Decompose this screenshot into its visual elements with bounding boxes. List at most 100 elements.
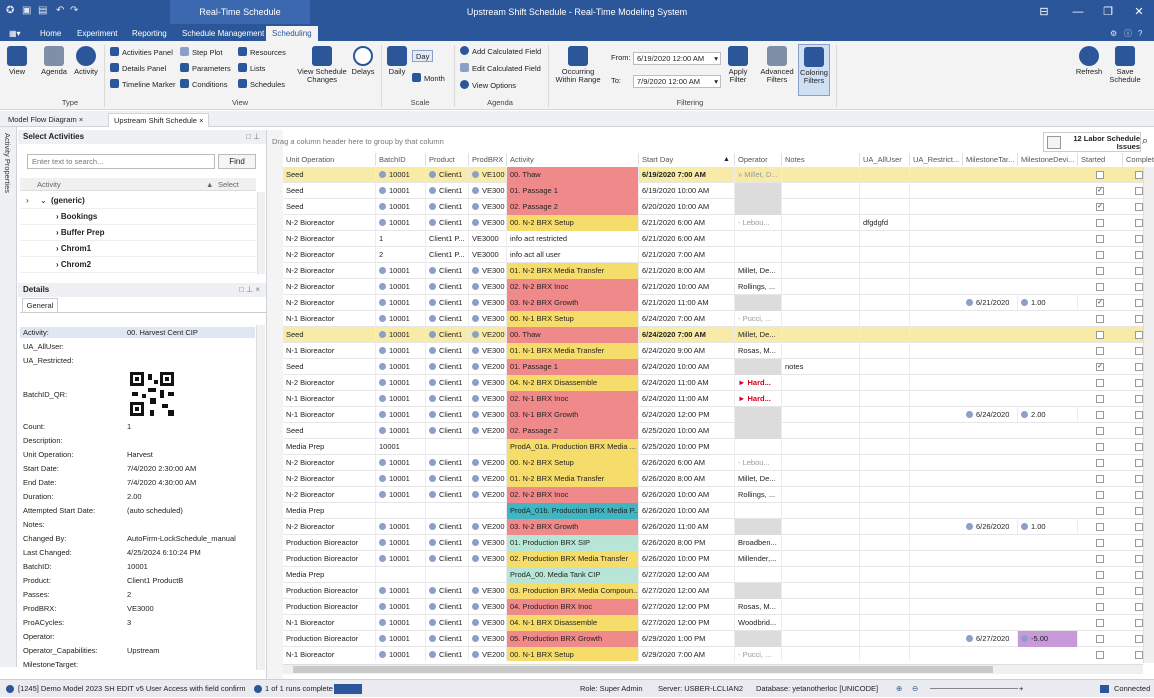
table-row[interactable]: N-2 Bioreactor 10001 Client1 VE300 04. N-2 B… xyxy=(283,375,1154,391)
cell-batch-id[interactable]: 10001 xyxy=(376,327,426,343)
table-row[interactable]: N-2 Bioreactor 1 Client1 P... VE3000 info ac… xyxy=(283,231,1154,247)
cell-operator[interactable]: Millet, De... xyxy=(735,327,782,343)
completed-checkbox[interactable] xyxy=(1135,539,1143,547)
column-header-unit-operation[interactable]: Unit Operation xyxy=(283,153,376,166)
completed-checkbox[interactable] xyxy=(1135,555,1143,563)
cell-notes[interactable] xyxy=(782,535,860,551)
cell-start-day[interactable]: 6/21/2020 6:00 AM xyxy=(639,215,735,231)
cell-ua-all-user[interactable] xyxy=(860,247,910,263)
cell-start-day[interactable]: 6/21/2020 7:00 AM xyxy=(639,247,735,263)
cell-unit-operation[interactable]: Media Prep xyxy=(283,567,376,583)
column-header-activity[interactable]: Activity xyxy=(507,153,639,166)
started-checkbox[interactable] xyxy=(1096,267,1104,275)
activity-search-input[interactable]: Enter text to search... xyxy=(27,154,215,169)
completed-checkbox[interactable] xyxy=(1135,523,1143,531)
cell-ua-all-user[interactable] xyxy=(860,295,910,311)
cell-start-day[interactable]: 6/24/2020 7:00 AM xyxy=(639,311,735,327)
cell-product[interactable]: Client1 xyxy=(426,295,469,311)
cell-unit-operation[interactable]: Production Bioreactor xyxy=(283,599,376,615)
cell-ua-all-user[interactable] xyxy=(860,311,910,327)
cell-prod-brx[interactable] xyxy=(469,503,507,519)
step-plot-toggle[interactable]: Step Plot xyxy=(180,47,222,59)
tab-schedule-management[interactable]: Schedule Management xyxy=(176,26,270,41)
cell-operator[interactable] xyxy=(735,519,782,535)
cell-prod-brx[interactable]: VE300 xyxy=(469,599,507,615)
table-row[interactable]: N-2 Bioreactor 10001 Client1 VE300 02. N-2 B… xyxy=(283,279,1154,295)
cell-batch-id[interactable]: 10001 xyxy=(376,551,426,567)
table-row[interactable]: N-2 Bioreactor 10001 Client1 VE300 03. N-2 B… xyxy=(283,295,1154,311)
table-row[interactable]: Media Prep 10001 ProdA_01a. Production BRX… xyxy=(283,439,1154,455)
started-checkbox[interactable]: ✓ xyxy=(1096,363,1104,371)
cell-batch-id[interactable]: 10001 xyxy=(376,487,426,503)
completed-checkbox[interactable] xyxy=(1135,411,1143,419)
cell-product[interactable]: Client1 xyxy=(426,583,469,599)
cell-prod-brx[interactable]: VE200 xyxy=(469,647,507,661)
agenda-button[interactable]: Agenda xyxy=(38,46,70,76)
cell-product[interactable]: Client1 xyxy=(426,615,469,631)
cell-batch-id[interactable]: 10001 xyxy=(376,615,426,631)
started-checkbox[interactable] xyxy=(1096,619,1104,627)
table-row[interactable]: N-2 Bioreactor 2 Client1 P... VE3000 info ac… xyxy=(283,247,1154,263)
activity-button[interactable]: Activity xyxy=(72,46,100,76)
cell-batch-id[interactable]: 10001 xyxy=(376,215,426,231)
cell-activity[interactable]: 00. N-1 BRX Setup xyxy=(507,647,639,661)
cell-ua-all-user[interactable] xyxy=(860,375,910,391)
completed-checkbox[interactable] xyxy=(1135,587,1143,595)
cell-product[interactable]: Client1 xyxy=(426,551,469,567)
list-item[interactable]: › ⌄ (generic) xyxy=(20,193,256,209)
cell-ua-all-user[interactable] xyxy=(860,343,910,359)
cell-activity[interactable]: 02. Production BRX Media Transfer xyxy=(507,551,639,567)
list-item[interactable]: › Bookings xyxy=(20,209,256,225)
cell-batch-id[interactable]: 10001 xyxy=(376,279,426,295)
cell-operator[interactable] xyxy=(735,439,782,455)
list-item[interactable]: › Chrom1 xyxy=(20,241,256,257)
completed-checkbox[interactable] xyxy=(1135,315,1143,323)
column-header-milestone-target[interactable]: MilestoneTar... xyxy=(963,153,1018,166)
tab-scheduling[interactable]: Scheduling xyxy=(266,26,318,41)
cell-operator[interactable]: Rollings, ... xyxy=(735,487,782,503)
table-row[interactable]: Media Prep ProdA_00. Media Tank CIP 6/27/2… xyxy=(283,567,1154,583)
cell-product[interactable]: Client1 xyxy=(426,311,469,327)
cell-prod-brx[interactable]: VE200 xyxy=(469,327,507,343)
cell-operator[interactable]: Broadben... xyxy=(735,535,782,551)
activity-list-scrollbar[interactable] xyxy=(257,192,265,274)
cell-operator[interactable] xyxy=(735,231,782,247)
table-row[interactable]: N-2 Bioreactor 10001 Client1 VE200 01. N-2 B… xyxy=(283,471,1154,487)
cell-batch-id[interactable]: 10001 xyxy=(376,295,426,311)
table-row[interactable]: N-2 Bioreactor 10001 Client1 VE200 00. N-2 B… xyxy=(283,455,1154,471)
cell-prod-brx[interactable]: VE300 xyxy=(469,199,507,215)
cell-prod-brx[interactable]: VE200 xyxy=(469,423,507,439)
cell-operator[interactable]: - Pucci, ... xyxy=(735,647,782,661)
cell-product[interactable]: Client1 xyxy=(426,647,469,661)
cell-notes[interactable] xyxy=(782,407,860,423)
to-date-field[interactable]: 7/9/2020 12:00 AM ▾ xyxy=(633,75,721,88)
completed-checkbox[interactable] xyxy=(1135,571,1143,579)
cell-ua-all-user[interactable] xyxy=(860,423,910,439)
cell-activity[interactable]: 00. Thaw xyxy=(507,167,639,183)
cell-prod-brx[interactable]: VE3000 xyxy=(469,231,507,247)
zoom-plus-icon[interactable]: + xyxy=(1019,680,1023,698)
column-header-prod-brx[interactable]: ProdBRX xyxy=(469,153,507,166)
cell-unit-operation[interactable]: N-2 Bioreactor xyxy=(283,487,376,503)
undo-icon[interactable]: ↶ xyxy=(56,5,64,16)
cell-ua-all-user[interactable] xyxy=(860,471,910,487)
cell-prod-brx[interactable] xyxy=(469,567,507,583)
table-row[interactable]: N-2 Bioreactor 10001 Client1 VE300 01. N-2 B… xyxy=(283,263,1154,279)
cell-activity[interactable]: 02. N-2 BRX Inoc xyxy=(507,279,639,295)
file-menu-icon[interactable]: ▦▾ xyxy=(3,26,23,41)
table-row[interactable]: N-1 Bioreactor 10001 Client1 VE300 00. N-1 B… xyxy=(283,311,1154,327)
cell-start-day[interactable]: 6/24/2020 7:00 AM xyxy=(639,327,735,343)
table-row[interactable]: Seed 10001 Client1 VE200 00. Thaw 6/24/2020 7… xyxy=(283,327,1154,343)
started-checkbox[interactable] xyxy=(1096,459,1104,467)
cell-activity[interactable]: 01. N-2 BRX Media Transfer xyxy=(507,263,639,279)
started-checkbox[interactable] xyxy=(1096,491,1104,499)
cell-notes[interactable] xyxy=(782,391,860,407)
cell-start-day[interactable]: 6/27/2020 12:00 AM xyxy=(639,583,735,599)
zoom-out-icon[interactable]: ⊖ xyxy=(912,680,918,698)
cell-prod-brx[interactable]: VE200 xyxy=(469,471,507,487)
cell-unit-operation[interactable]: Media Prep xyxy=(283,503,376,519)
cell-milestone-deviation[interactable]: 1.00 xyxy=(1018,295,1078,311)
cell-unit-operation[interactable]: N-2 Bioreactor xyxy=(283,231,376,247)
cell-ua-all-user[interactable]: dfgdgfd xyxy=(860,215,910,231)
cell-notes[interactable] xyxy=(782,647,860,661)
